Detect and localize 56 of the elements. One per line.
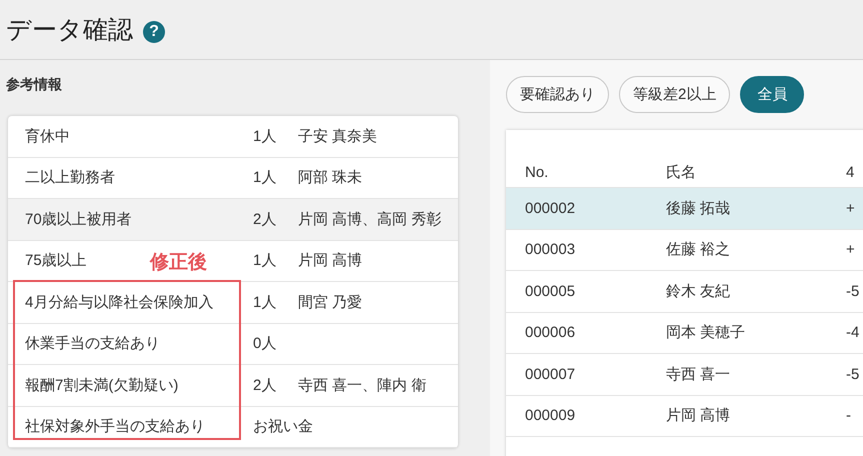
help-icon[interactable]: ?	[143, 20, 165, 42]
filter-button[interactable]: 等級差2以上	[619, 76, 730, 113]
column-header: No.	[524, 164, 550, 181]
table-row[interactable]: 000009 片岡 高博 -	[506, 396, 863, 437]
table-cell: -5	[846, 366, 860, 383]
row-label: 二以上勤務者	[25, 168, 115, 188]
row-count: 1人	[253, 251, 276, 270]
table-cell-text: 鈴木 友紀	[666, 282, 732, 301]
table-row[interactable]: 000007 寺西 喜一 -5	[506, 354, 863, 396]
table-cell: -5	[846, 282, 860, 300]
filter-button[interactable]: 全員	[740, 76, 804, 113]
table-cell-text: 000009	[524, 407, 576, 424]
row-count: 0人	[253, 334, 276, 354]
table-cell: -4	[846, 324, 860, 342]
table-cell-text: 片岡 高博	[666, 406, 732, 426]
table-cell-text: 岡本 美穂子	[666, 323, 746, 342]
row-label: 社保対象外手当の支給あり	[25, 417, 205, 436]
row-names: 間宮 乃愛	[298, 292, 364, 312]
row-label: 70歳以上被用者	[25, 210, 132, 229]
table-cell-text: 000005	[524, 282, 576, 300]
annotation-label: 修正後	[150, 251, 207, 275]
table-cell-text: 000003	[524, 241, 576, 258]
filter-button[interactable]: 要確認あり	[506, 76, 609, 113]
table-row[interactable]: 000006 岡本 美穂子 -4	[506, 312, 863, 354]
row-label: 報酬7割未満(欠勤疑い)	[25, 376, 178, 395]
table-cell: +	[846, 241, 855, 258]
row-names: 子安 真奈美	[298, 126, 378, 146]
row-label: 育休中	[25, 126, 70, 146]
table-row[interactable]: 000005 鈴木 友紀 -5	[506, 271, 863, 312]
table-cell: +	[846, 200, 855, 217]
row-label: 休業手当の支給あり	[25, 334, 160, 354]
column-header: 氏名	[666, 163, 697, 182]
row-count: 1人	[253, 292, 276, 312]
row-count: お祝い金	[253, 417, 313, 436]
section-title: 参考情報	[6, 76, 63, 94]
table-cell-text: 後藤 拓哉	[666, 198, 732, 218]
row-count: 1人	[253, 168, 276, 188]
page-title: データ確認	[6, 15, 133, 46]
row-names: 阿部 珠未	[298, 168, 364, 188]
table-cell-text: 佐藤 裕之	[666, 240, 732, 260]
table-cell-text: 寺西 喜一	[666, 364, 732, 384]
row-names: 片岡 高博	[298, 251, 364, 270]
row-names: 片岡 高博、高岡 秀彰	[298, 210, 442, 229]
table-cell: -	[846, 407, 851, 424]
row-names: 寺西 喜一、陣内 衛	[298, 376, 428, 395]
row-count: 1人	[253, 126, 276, 146]
table-cell-text: 000007	[524, 366, 576, 383]
row-label: 4月分給与以降社会保険加入	[25, 292, 214, 312]
table-cell-text: 000006	[524, 324, 576, 342]
table-row[interactable]: 000003 佐藤 裕之 +	[506, 230, 863, 271]
row-count: 2人	[253, 210, 276, 229]
row-count: 2人	[253, 376, 276, 395]
row-label: 75歳以上	[25, 251, 87, 270]
column-header: 4	[846, 164, 854, 181]
table-cell-text: 000002	[524, 200, 576, 217]
table-row[interactable]: 000002 後藤 拓哉 +	[506, 188, 863, 230]
